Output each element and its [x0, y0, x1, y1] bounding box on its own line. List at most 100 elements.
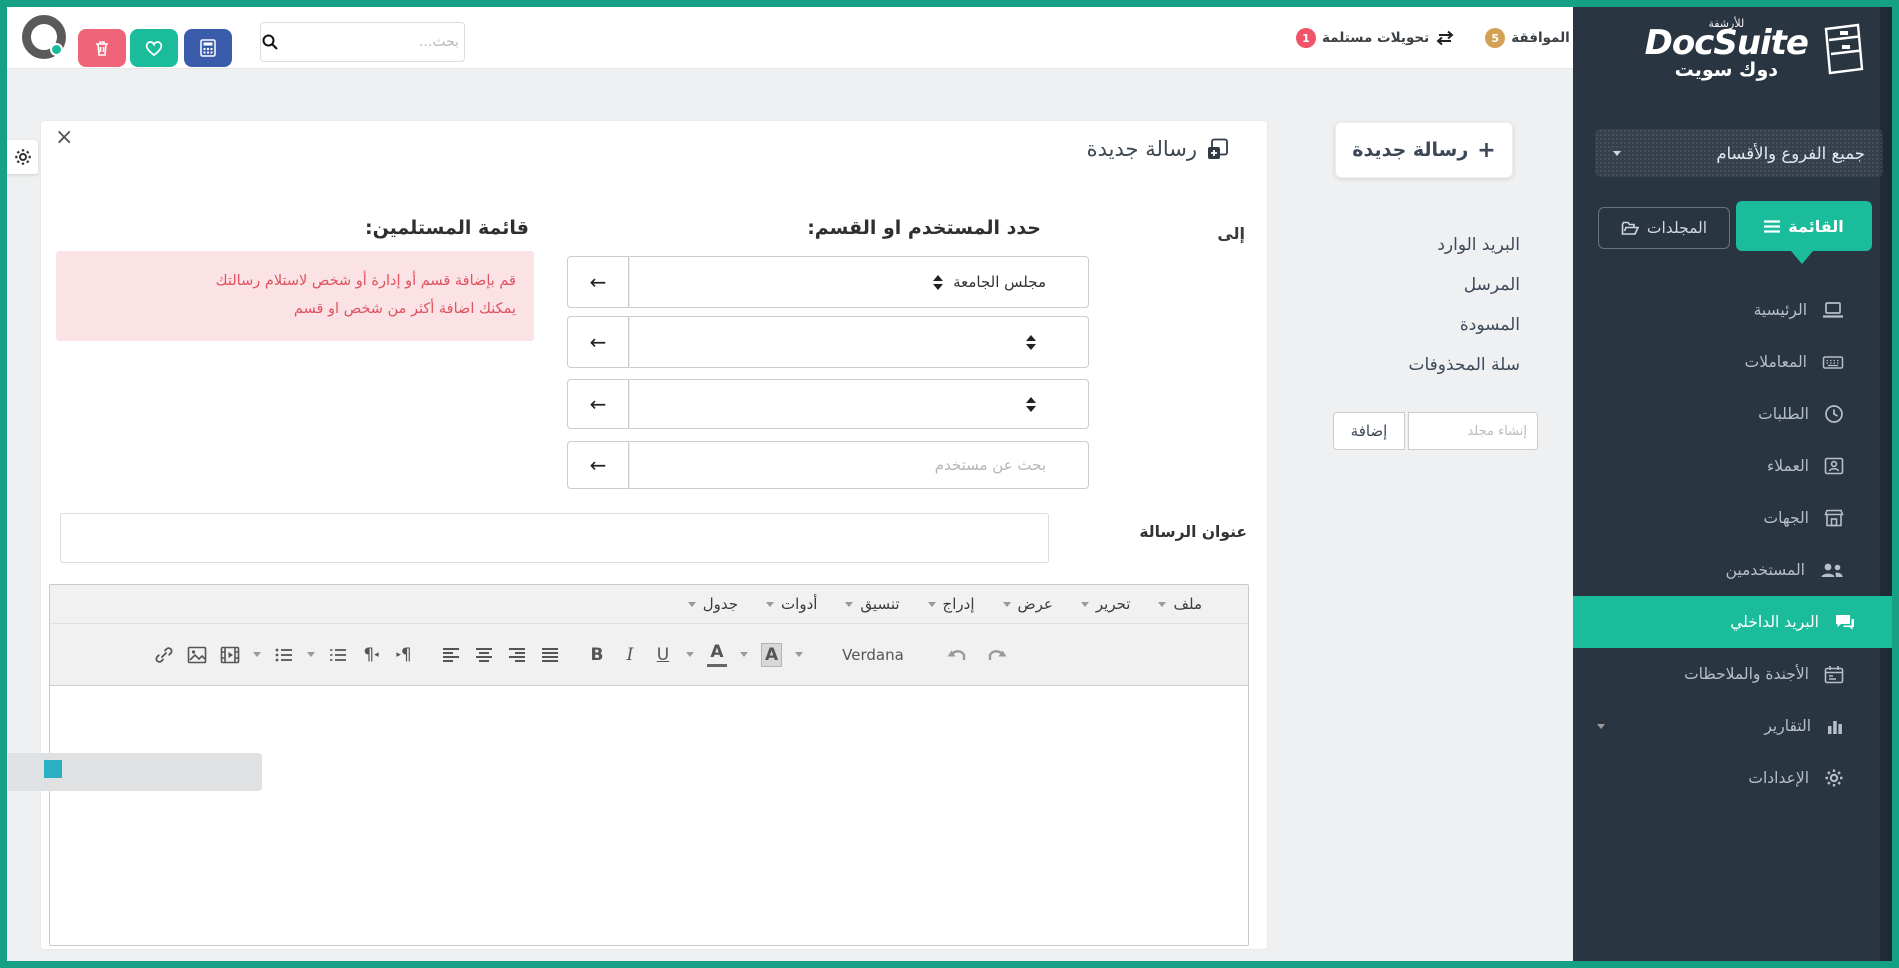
- font-family-select[interactable]: Verdana: [842, 646, 904, 664]
- tab-folders[interactable]: المجلدات: [1598, 207, 1730, 249]
- user-avatar[interactable]: [22, 15, 66, 59]
- compose-header: رسالة جديدة: [1087, 137, 1229, 161]
- menu-tools[interactable]: أدوات: [766, 595, 817, 613]
- sub-department-select[interactable]: [629, 316, 1089, 368]
- plus-icon: +: [1477, 138, 1495, 163]
- heart-icon: [143, 38, 165, 58]
- folder-trash[interactable]: سلة المحذوفات: [1320, 345, 1520, 385]
- chevron-down-icon: [1003, 602, 1011, 607]
- id-card-icon: [1824, 457, 1844, 475]
- chevron-down-icon[interactable]: [307, 652, 315, 657]
- sidebar-item-reports[interactable]: التقارير: [1573, 700, 1880, 752]
- customizer-tab[interactable]: [7, 140, 38, 174]
- image-icon[interactable]: [187, 643, 207, 667]
- sidebar-item-home[interactable]: الرئيسية: [1573, 284, 1880, 336]
- chevron-down-icon[interactable]: [795, 652, 803, 657]
- bold-button[interactable]: B: [587, 643, 607, 667]
- chevron-down-icon: [1081, 602, 1089, 607]
- new-message-button[interactable]: + رسالة جديدة: [1335, 122, 1513, 178]
- sidebar-item-settings[interactable]: الإعدادات: [1573, 752, 1880, 804]
- sidebar-item-requests[interactable]: الطلبات: [1573, 388, 1880, 440]
- move-left-button[interactable]: ←: [567, 441, 629, 489]
- create-folder-row: إضافة: [1333, 412, 1538, 450]
- menu-file[interactable]: ملف: [1158, 595, 1202, 613]
- tab-folders-label: المجلدات: [1647, 219, 1707, 237]
- app-body: 1 تحويلات مستلمة 5 يحتاج الموافقة: [7, 7, 1892, 961]
- chevron-down-icon: [928, 602, 936, 607]
- move-left-button[interactable]: ←: [567, 256, 629, 308]
- subject-input[interactable]: [60, 513, 1049, 563]
- calculator-button[interactable]: [184, 29, 232, 67]
- align-right-icon[interactable]: [507, 643, 527, 667]
- department-select[interactable]: مجلس الجامعة: [629, 256, 1089, 308]
- link-icon[interactable]: [154, 643, 174, 667]
- online-status-dot: [50, 43, 63, 56]
- chevron-down-icon: [1597, 724, 1605, 729]
- section-select[interactable]: [629, 379, 1089, 429]
- folder-inbox[interactable]: البريد الوارد: [1320, 225, 1520, 265]
- search-input[interactable]: [279, 23, 471, 61]
- compose-title: رسالة جديدة: [1087, 137, 1197, 161]
- paragraph-ltr-icon[interactable]: ▸¶: [394, 643, 414, 667]
- branch-selector[interactable]: جميع الفروع والأقسام: [1595, 129, 1883, 177]
- app-logo: للأرشفة DocSuite دوك سويت: [1645, 17, 1866, 81]
- sidebar-item-agenda-notes[interactable]: الأجندة والملاحظات: [1573, 648, 1880, 700]
- align-center-icon[interactable]: [474, 643, 494, 667]
- menu-insert[interactable]: إدراج: [928, 595, 975, 613]
- chevron-down-icon[interactable]: [686, 652, 694, 657]
- sidebar-item-transactions[interactable]: المعاملات: [1573, 336, 1880, 388]
- align-justify-icon[interactable]: [540, 643, 560, 667]
- alert-line-2: يمكنك اضافة أكثر من شخص او قسم: [66, 295, 516, 323]
- editor-resize-handle[interactable]: [44, 760, 62, 778]
- user-search-input[interactable]: [629, 441, 1089, 489]
- background-color-button[interactable]: A: [761, 643, 782, 667]
- menu-table[interactable]: جدول: [688, 595, 738, 613]
- media-icon[interactable]: [220, 643, 240, 667]
- chevron-down-icon: [1158, 602, 1166, 607]
- paragraph-rtl-icon[interactable]: ¶◂: [361, 643, 381, 667]
- text-color-button[interactable]: A: [707, 643, 727, 667]
- undo-icon[interactable]: [947, 643, 969, 667]
- italic-button[interactable]: I: [620, 643, 640, 667]
- favorites-button[interactable]: [130, 29, 178, 67]
- sidebar-item-users[interactable]: المستخدمين: [1573, 544, 1880, 596]
- arrow-left-icon: ←: [590, 270, 607, 294]
- chevron-down-icon[interactable]: [253, 652, 261, 657]
- menu-edit[interactable]: تحرير: [1081, 595, 1131, 613]
- underline-button[interactable]: U: [653, 643, 673, 667]
- needs-approval-badge: 5: [1485, 28, 1505, 48]
- folder-drafts[interactable]: المسودة: [1320, 305, 1520, 345]
- create-folder-input[interactable]: [1408, 412, 1538, 450]
- section-select-row: ←: [567, 379, 1089, 429]
- move-left-button[interactable]: ←: [567, 316, 629, 368]
- tab-menu[interactable]: القائمة: [1736, 201, 1872, 251]
- folder-icon: [1621, 221, 1639, 236]
- tab-menu-label: القائمة: [1788, 217, 1843, 236]
- sidebar-item-entities[interactable]: الجهات: [1573, 492, 1880, 544]
- sidebar: للأرشفة DocSuite دوك سويت جميع الفروع وا…: [1573, 7, 1892, 961]
- add-folder-button[interactable]: إضافة: [1333, 412, 1405, 450]
- trash-button[interactable]: [78, 29, 126, 67]
- gear-icon: [14, 148, 32, 166]
- numbered-list-icon[interactable]: [328, 643, 348, 667]
- close-icon[interactable]: ×: [55, 127, 73, 149]
- arrow-left-icon: ←: [590, 330, 607, 354]
- bar-chart-icon: [1826, 717, 1844, 735]
- swap-icon: [1435, 30, 1455, 46]
- sidebar-item-internal-mail[interactable]: البريد الداخلي: [1573, 596, 1892, 648]
- received-transfers-link[interactable]: تحويلات مستلمة: [1322, 30, 1429, 46]
- bullet-list-icon[interactable]: [274, 643, 294, 667]
- folder-sent[interactable]: المرسل: [1320, 265, 1520, 305]
- menu-view[interactable]: عرض: [1003, 595, 1053, 613]
- recipients-heading: قائمة المستلمين:: [365, 217, 529, 239]
- redo-icon[interactable]: [985, 643, 1007, 667]
- sidebar-item-clients[interactable]: العملاء: [1573, 440, 1880, 492]
- menu-format[interactable]: تنسيق: [845, 595, 899, 613]
- editor-content-area[interactable]: [50, 685, 1248, 945]
- recipients-alert: قم بإضافة قسم أو إدارة أو شخص لاستلام رس…: [56, 251, 534, 341]
- chevron-down-icon[interactable]: [740, 652, 748, 657]
- move-left-button[interactable]: ←: [567, 379, 629, 429]
- editor-toolbar: ¶◂ ▸¶ B I U: [50, 623, 1248, 685]
- align-left-icon[interactable]: [441, 643, 461, 667]
- subject-label: عنوان الرسالة: [1139, 523, 1247, 541]
